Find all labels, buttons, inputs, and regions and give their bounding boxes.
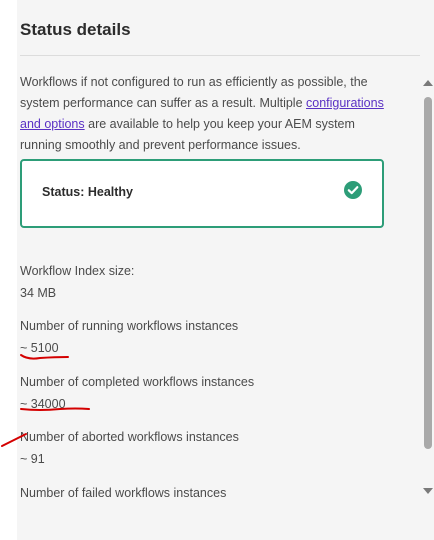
metric-aborted-instances: Number of aborted workflows instances ~ … — [20, 428, 239, 468]
intro-text: Workflows if not configured to run as ef… — [20, 72, 400, 156]
metric-label: Number of aborted workflows instances — [20, 430, 239, 444]
status-card: Status: Healthy — [20, 159, 384, 228]
metric-label: Number of failed workflows instances — [20, 486, 227, 500]
scrollbar-thumb[interactable] — [424, 97, 432, 449]
metric-value: 34 MB — [20, 286, 57, 300]
metric-label: Workflow Index size: — [20, 264, 135, 278]
check-circle-icon — [344, 181, 362, 199]
metric-failed-instances: Number of failed workflows instances — [20, 484, 226, 506]
metric-label: Number of running workflows instances — [20, 319, 239, 333]
metric-value: ~ 5100 — [20, 341, 59, 355]
panel-title: Status details — [20, 20, 131, 39]
status-label: Status: Healthy — [42, 185, 133, 199]
scroll-down-arrow-icon[interactable] — [423, 488, 433, 494]
metric-label: Number of completed workflows instances — [20, 375, 255, 389]
status-details-panel: Status details Workflows if not configur… — [17, 0, 434, 540]
vertical-scrollbar[interactable] — [421, 76, 434, 500]
title-divider — [20, 55, 420, 56]
metric-running-instances: Number of running workflows instances ~ … — [20, 317, 238, 357]
metric-value: ~ 91 — [20, 452, 45, 466]
metric-value: ~ 34000 — [20, 397, 66, 411]
scroll-up-arrow-icon[interactable] — [423, 80, 433, 86]
metric-completed-instances: Number of completed workflows instances … — [20, 373, 254, 413]
status-scroll-area[interactable]: Workflows if not configured to run as ef… — [20, 72, 404, 532]
metric-index-size: Workflow Index size: 34 MB — [20, 262, 134, 302]
